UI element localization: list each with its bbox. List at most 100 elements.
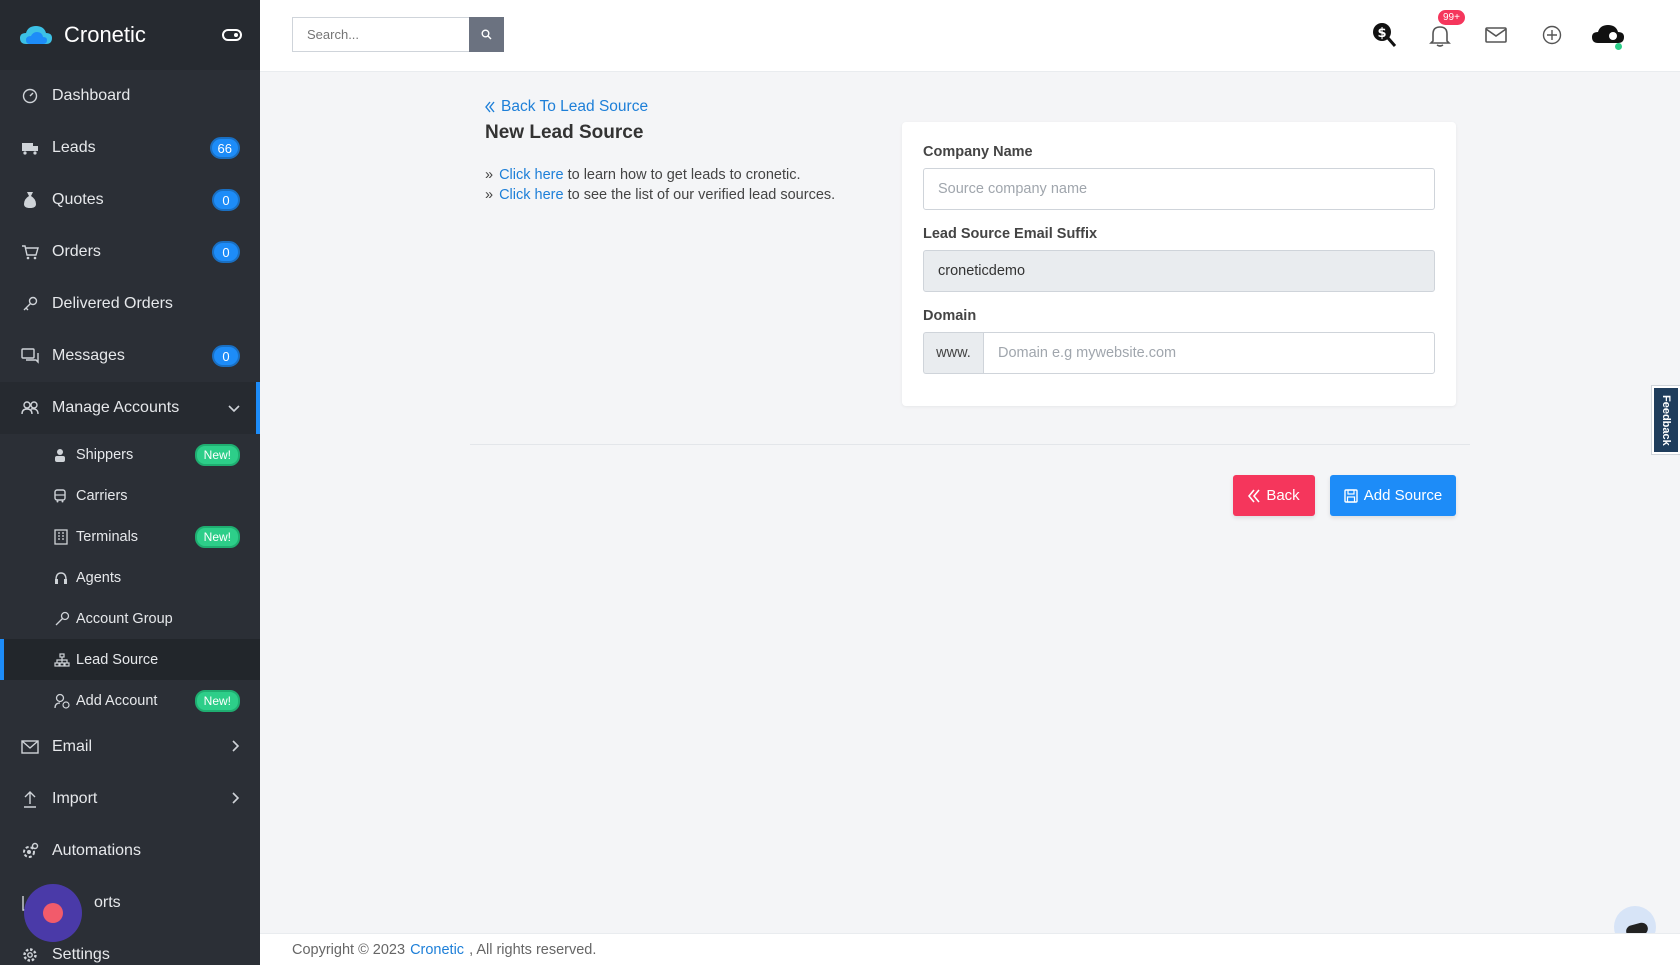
sidebar-item-leads[interactable]: Leads 66 (0, 122, 260, 174)
key-icon (54, 611, 70, 627)
domain-input-group: www. (923, 332, 1435, 374)
dashboard-icon (20, 86, 40, 106)
sidebar-subitem-label: Carriers (76, 487, 128, 504)
gear-icon (20, 945, 40, 965)
sidebar-subitem-label: Terminals (76, 528, 139, 545)
sidebar-subitem-shippers[interactable]: Shippers New! (0, 434, 260, 475)
sidebar-toggle-icon[interactable] (222, 29, 242, 41)
new-badge: New! (194, 443, 240, 466)
sidebar-item-label: Quotes (52, 191, 104, 208)
sidebar-subitem-label: Add Account (76, 692, 158, 709)
lead-source-form-card: Company Name Lead Source Email Suffix Do… (902, 122, 1456, 406)
sidebar-item-delivered-orders[interactable]: Delivered Orders (0, 278, 260, 330)
envelope-icon (20, 737, 40, 757)
messages-count-badge: 0 (212, 345, 240, 367)
help-text-learn: to learn how to get leads to cronetic. (563, 167, 801, 183)
sidebar-item-label: Automations (52, 842, 141, 859)
sidebar-item-email[interactable]: Email (0, 721, 260, 773)
live-chat-launcher[interactable] (24, 884, 82, 942)
sidebar-item-orders[interactable]: Orders 0 (0, 226, 260, 278)
sidebar-item-import[interactable]: Import (0, 773, 260, 825)
double-chevron-left-icon (485, 101, 495, 113)
email-suffix-label: Lead Source Email Suffix (923, 226, 1098, 242)
help-row: » Click here to learn how to get leads t… (485, 165, 835, 185)
search-icon (481, 29, 492, 40)
sidebar-item-label: Dashboard (52, 87, 131, 104)
users-icon (20, 398, 40, 418)
user-avatar[interactable] (1580, 14, 1636, 56)
person-icon (54, 448, 70, 462)
sidebar-item-label: Delivered Orders (52, 295, 173, 312)
sidebar: Cronetic Dashboard Leads 66 Quotes 0 Ord… (0, 0, 260, 965)
divider (470, 444, 1470, 445)
sidebar-item-automations[interactable]: Automations (0, 825, 260, 877)
quotes-count-badge: 0 (212, 189, 240, 211)
domain-field[interactable] (983, 332, 1435, 374)
main-content: Back To Lead Source New Lead Source » Cl… (260, 72, 1680, 932)
copyright-text: Copyright © 2023 (292, 941, 406, 958)
help-text: Click here to learn how to get leads to … (499, 165, 800, 185)
new-badge: New! (194, 525, 240, 548)
search-bar (292, 17, 504, 52)
company-name-label: Company Name (923, 144, 1033, 160)
plus-circle-icon (1542, 25, 1562, 45)
sidebar-subitem-add-account[interactable]: Add Account New! (0, 680, 260, 721)
back-button[interactable]: Back (1233, 475, 1315, 516)
automation-gear-icon (20, 841, 40, 861)
sidebar-item-manage-accounts[interactable]: Manage Accounts (0, 382, 260, 434)
upload-icon (20, 789, 40, 809)
hierarchy-icon (54, 652, 70, 667)
sidebar-item-label: Import (52, 790, 98, 807)
feedback-tab[interactable]: Feedback (1652, 386, 1680, 454)
footer: Copyright © 2023 Cronetic , All rights r… (260, 933, 1680, 965)
sidebar-item-quotes[interactable]: Quotes 0 (0, 174, 260, 226)
back-to-lead-source-link[interactable]: Back To Lead Source (485, 98, 648, 116)
chevron-right-icon (232, 791, 240, 807)
dollar-search-icon: $ (1373, 23, 1397, 47)
chat-icon (20, 346, 40, 366)
help-text: Click here to see the list of our verifi… (499, 185, 835, 205)
sidebar-subitem-label: Shippers (76, 446, 134, 463)
search-input[interactable] (292, 17, 469, 52)
notifications-button[interactable]: 99+ (1412, 10, 1468, 56)
search-button[interactable] (469, 17, 504, 52)
sidebar-item-label: Settings (52, 946, 110, 963)
brand-name: Cronetic (64, 22, 146, 47)
help-link-learn[interactable]: Click here (499, 167, 563, 183)
save-icon (1344, 488, 1358, 503)
company-name-field[interactable] (923, 168, 1435, 210)
sidebar-subitem-terminals[interactable]: Terminals New! (0, 516, 260, 557)
footer-brand-link[interactable]: Cronetic (410, 942, 464, 958)
sidebar-item-dashboard[interactable]: Dashboard (0, 70, 260, 122)
sidebar-item-label: Email (52, 738, 93, 755)
back-link-label: Back To Lead Source (501, 98, 649, 115)
back-button-label: Back (1266, 487, 1300, 504)
add-new-button[interactable] (1524, 14, 1580, 56)
sidebar-subitem-lead-source[interactable]: Lead Source (0, 639, 260, 680)
building-icon (54, 528, 70, 545)
email-suffix-field (923, 250, 1435, 292)
messages-button[interactable] (1468, 14, 1524, 56)
manage-accounts-submenu: Shippers New! Carriers Terminals New! Ag… (0, 434, 260, 721)
help-links: » Click here to learn how to get leads t… (485, 165, 835, 205)
help-link-verified[interactable]: Click here (499, 187, 563, 203)
sidebar-subitem-label: Lead Source (76, 651, 159, 668)
new-badge: New! (194, 689, 240, 712)
leads-count-badge: 66 (209, 137, 240, 159)
sidebar-subitem-account-group[interactable]: Account Group (0, 598, 260, 639)
help-text-verified: to see the list of our verified lead sou… (563, 187, 836, 203)
sidebar-item-label: Leads (52, 139, 96, 156)
brand-header: Cronetic (0, 0, 260, 70)
sidebar-subitem-carriers[interactable]: Carriers (0, 475, 260, 516)
orders-count-badge: 0 (212, 241, 240, 263)
add-source-button[interactable]: Add Source (1330, 475, 1456, 516)
dollar-search-button[interactable]: $ (1356, 14, 1412, 56)
cart-icon (20, 242, 40, 262)
sidebar-subitem-agents[interactable]: Agents (0, 557, 260, 598)
money-bag-icon (20, 190, 40, 210)
notification-count-badge: 99+ (1438, 10, 1465, 25)
sidebar-item-label: Orders (52, 243, 101, 260)
add-user-icon (54, 693, 70, 709)
sidebar-item-messages[interactable]: Messages 0 (0, 330, 260, 382)
cloud-logo-icon (20, 26, 52, 44)
